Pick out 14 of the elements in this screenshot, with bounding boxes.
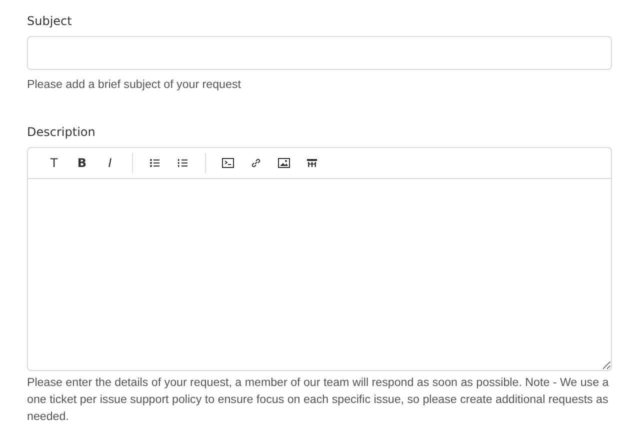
image-icon: [278, 157, 290, 169]
terminal-icon: [222, 157, 234, 169]
help-text: Please add a brief subject of your request: [27, 77, 242, 93]
format-button[interactable]: T: [40, 151, 68, 175]
field-label: Subject: [27, 13, 72, 30]
format-button[interactable]: I: [96, 151, 124, 175]
table-icon: [306, 157, 318, 169]
numbered-list-icon: [177, 157, 189, 169]
field-label: Description: [27, 124, 96, 141]
format-button[interactable]: B: [68, 151, 96, 175]
link-icon: [250, 157, 262, 169]
input-field[interactable]: [27, 36, 612, 70]
bulleted-list-icon: [149, 157, 161, 169]
help-text: Please enter the details of your request, a member of our team will respond as soon as possible. Note - We use a one ticket per issue support policy to ensure focus on each specific issue, so please create additional requests as needed.: [27, 375, 610, 424]
